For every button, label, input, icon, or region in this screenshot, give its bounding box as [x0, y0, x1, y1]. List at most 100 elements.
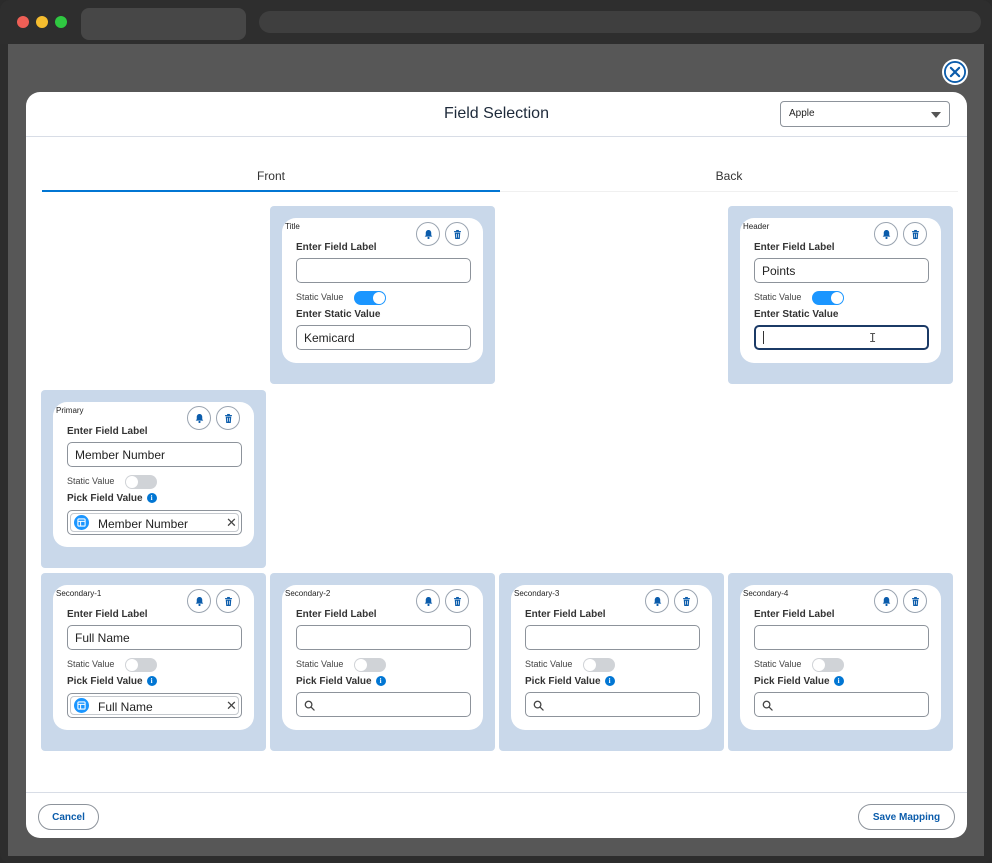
- pick-field-input[interactable]: Member Number ✕: [67, 510, 242, 535]
- search-icon: [304, 700, 315, 711]
- selected-field-pill: Full Name ✕: [70, 696, 239, 715]
- static-value-toggle[interactable]: [354, 291, 386, 305]
- static-value-caption: Static Value: [754, 292, 802, 302]
- static-value-toggle[interactable]: [125, 658, 157, 672]
- static-value-field-caption: Enter Static Value: [754, 309, 839, 320]
- trash-icon: [453, 596, 461, 606]
- notify-button[interactable]: [645, 589, 669, 613]
- static-value-caption: Static Value: [525, 659, 573, 669]
- org-select-value: Apple: [789, 108, 815, 119]
- save-mapping-button[interactable]: Save Mapping: [858, 804, 955, 830]
- trash-icon: [453, 229, 461, 239]
- info-icon[interactable]: i: [833, 676, 844, 687]
- bell-icon: [424, 596, 432, 606]
- search-icon: [533, 700, 544, 711]
- field-label-caption: Enter Field Label: [67, 609, 148, 620]
- field-card-secondary-2: Secondary-2 Enter Field Label Static Val…: [282, 585, 483, 730]
- remove-pill-icon[interactable]: ✕: [226, 515, 237, 531]
- field-card-header: Header Enter Field Label Points Static V…: [740, 218, 941, 363]
- close-modal-button[interactable]: [942, 59, 968, 85]
- pick-field-caption: Pick Field Value i: [754, 676, 844, 687]
- pick-field-input[interactable]: Full Name ✕: [67, 693, 242, 718]
- modal-footer: Cancel Save Mapping: [26, 792, 967, 838]
- cancel-button[interactable]: Cancel: [38, 804, 99, 830]
- bell-icon: [882, 596, 890, 606]
- trash-icon: [224, 596, 232, 606]
- pick-field-caption-text: Pick Field Value: [67, 493, 143, 504]
- field-label-caption: Enter Field Label: [525, 609, 606, 620]
- delete-button[interactable]: [445, 222, 469, 246]
- notify-button[interactable]: [874, 589, 898, 613]
- static-value-caption: Static Value: [754, 659, 802, 669]
- zone-secondary-4: Secondary-4 Enter Field Label Static Val…: [728, 573, 953, 751]
- pick-field-search-input[interactable]: [754, 692, 929, 717]
- notify-button[interactable]: [416, 222, 440, 246]
- close-icon: [944, 61, 966, 83]
- pick-field-search-input[interactable]: [296, 692, 471, 717]
- text-cursor: [763, 331, 764, 344]
- tab-back[interactable]: Back: [500, 164, 958, 192]
- zone-title: Title Enter Field Label Static Value Ent…: [270, 206, 495, 384]
- info-icon[interactable]: i: [146, 493, 157, 504]
- zone-secondary-2: Secondary-2 Enter Field Label Static Val…: [270, 573, 495, 751]
- delete-button[interactable]: [903, 589, 927, 613]
- static-value-caption: Static Value: [296, 292, 344, 302]
- static-value-toggle[interactable]: [583, 658, 615, 672]
- maximize-window-button[interactable]: [55, 16, 67, 28]
- address-bar[interactable]: [259, 11, 981, 33]
- minimize-window-button[interactable]: [36, 16, 48, 28]
- modal-header: Field Selection Apple: [26, 92, 967, 137]
- bell-icon: [195, 596, 203, 606]
- info-icon[interactable]: i: [604, 676, 615, 687]
- notify-button[interactable]: [874, 222, 898, 246]
- zone-primary: Primary Enter Field Label Member Number …: [41, 390, 266, 568]
- static-value-toggle[interactable]: [812, 291, 844, 305]
- delete-button[interactable]: [216, 406, 240, 430]
- pick-field-caption-text: Pick Field Value: [296, 676, 372, 687]
- field-type-icon: [74, 515, 89, 530]
- field-selection-modal: Field Selection Apple Front Back Title E…: [26, 92, 967, 838]
- browser-window: Field Selection Apple Front Back Title E…: [0, 0, 992, 863]
- notify-button[interactable]: [187, 589, 211, 613]
- field-label-input[interactable]: [754, 625, 929, 650]
- field-label-input[interactable]: [296, 625, 471, 650]
- tab-front[interactable]: Front: [42, 164, 500, 192]
- delete-button[interactable]: [445, 589, 469, 613]
- remove-pill-icon[interactable]: ✕: [226, 698, 237, 714]
- static-value-caption: Static Value: [296, 659, 344, 669]
- zone-label: Secondary-4: [743, 589, 789, 598]
- delete-button[interactable]: [903, 222, 927, 246]
- field-label-input[interactable]: [296, 258, 471, 283]
- ibeam-cursor-icon: I: [869, 331, 877, 345]
- bell-icon: [424, 229, 432, 239]
- pick-field-caption-text: Pick Field Value: [525, 676, 601, 687]
- static-value-toggle[interactable]: [812, 658, 844, 672]
- delete-button[interactable]: [216, 589, 240, 613]
- field-card-secondary-3: Secondary-3 Enter Field Label Static Val…: [511, 585, 712, 730]
- info-icon[interactable]: i: [146, 676, 157, 687]
- static-value-input[interactable]: I: [754, 325, 929, 350]
- org-select[interactable]: Apple: [780, 101, 950, 127]
- info-icon[interactable]: i: [375, 676, 386, 687]
- close-window-button[interactable]: [17, 16, 29, 28]
- notify-button[interactable]: [416, 589, 440, 613]
- pick-field-search-input[interactable]: [525, 692, 700, 717]
- selected-field-label: Full Name: [98, 700, 153, 714]
- field-label-input[interactable]: Full Name: [67, 625, 242, 650]
- field-label-input[interactable]: Member Number: [67, 442, 242, 467]
- browser-tab[interactable]: [81, 8, 246, 40]
- static-value-toggle[interactable]: [125, 475, 157, 489]
- zone-label: Secondary-3: [514, 589, 560, 598]
- field-card-title: Title Enter Field Label Static Value Ent…: [282, 218, 483, 363]
- static-value-input[interactable]: Kemicard: [296, 325, 471, 350]
- pick-field-caption: Pick Field Value i: [296, 676, 386, 687]
- field-card-secondary-1: Secondary-1 Enter Field Label Full Name …: [53, 585, 254, 730]
- trash-icon: [682, 596, 690, 606]
- delete-button[interactable]: [674, 589, 698, 613]
- field-label-input[interactable]: [525, 625, 700, 650]
- field-label-input[interactable]: Points: [754, 258, 929, 283]
- notify-button[interactable]: [187, 406, 211, 430]
- bell-icon: [653, 596, 661, 606]
- static-value-toggle[interactable]: [354, 658, 386, 672]
- static-value-caption: Static Value: [67, 476, 115, 486]
